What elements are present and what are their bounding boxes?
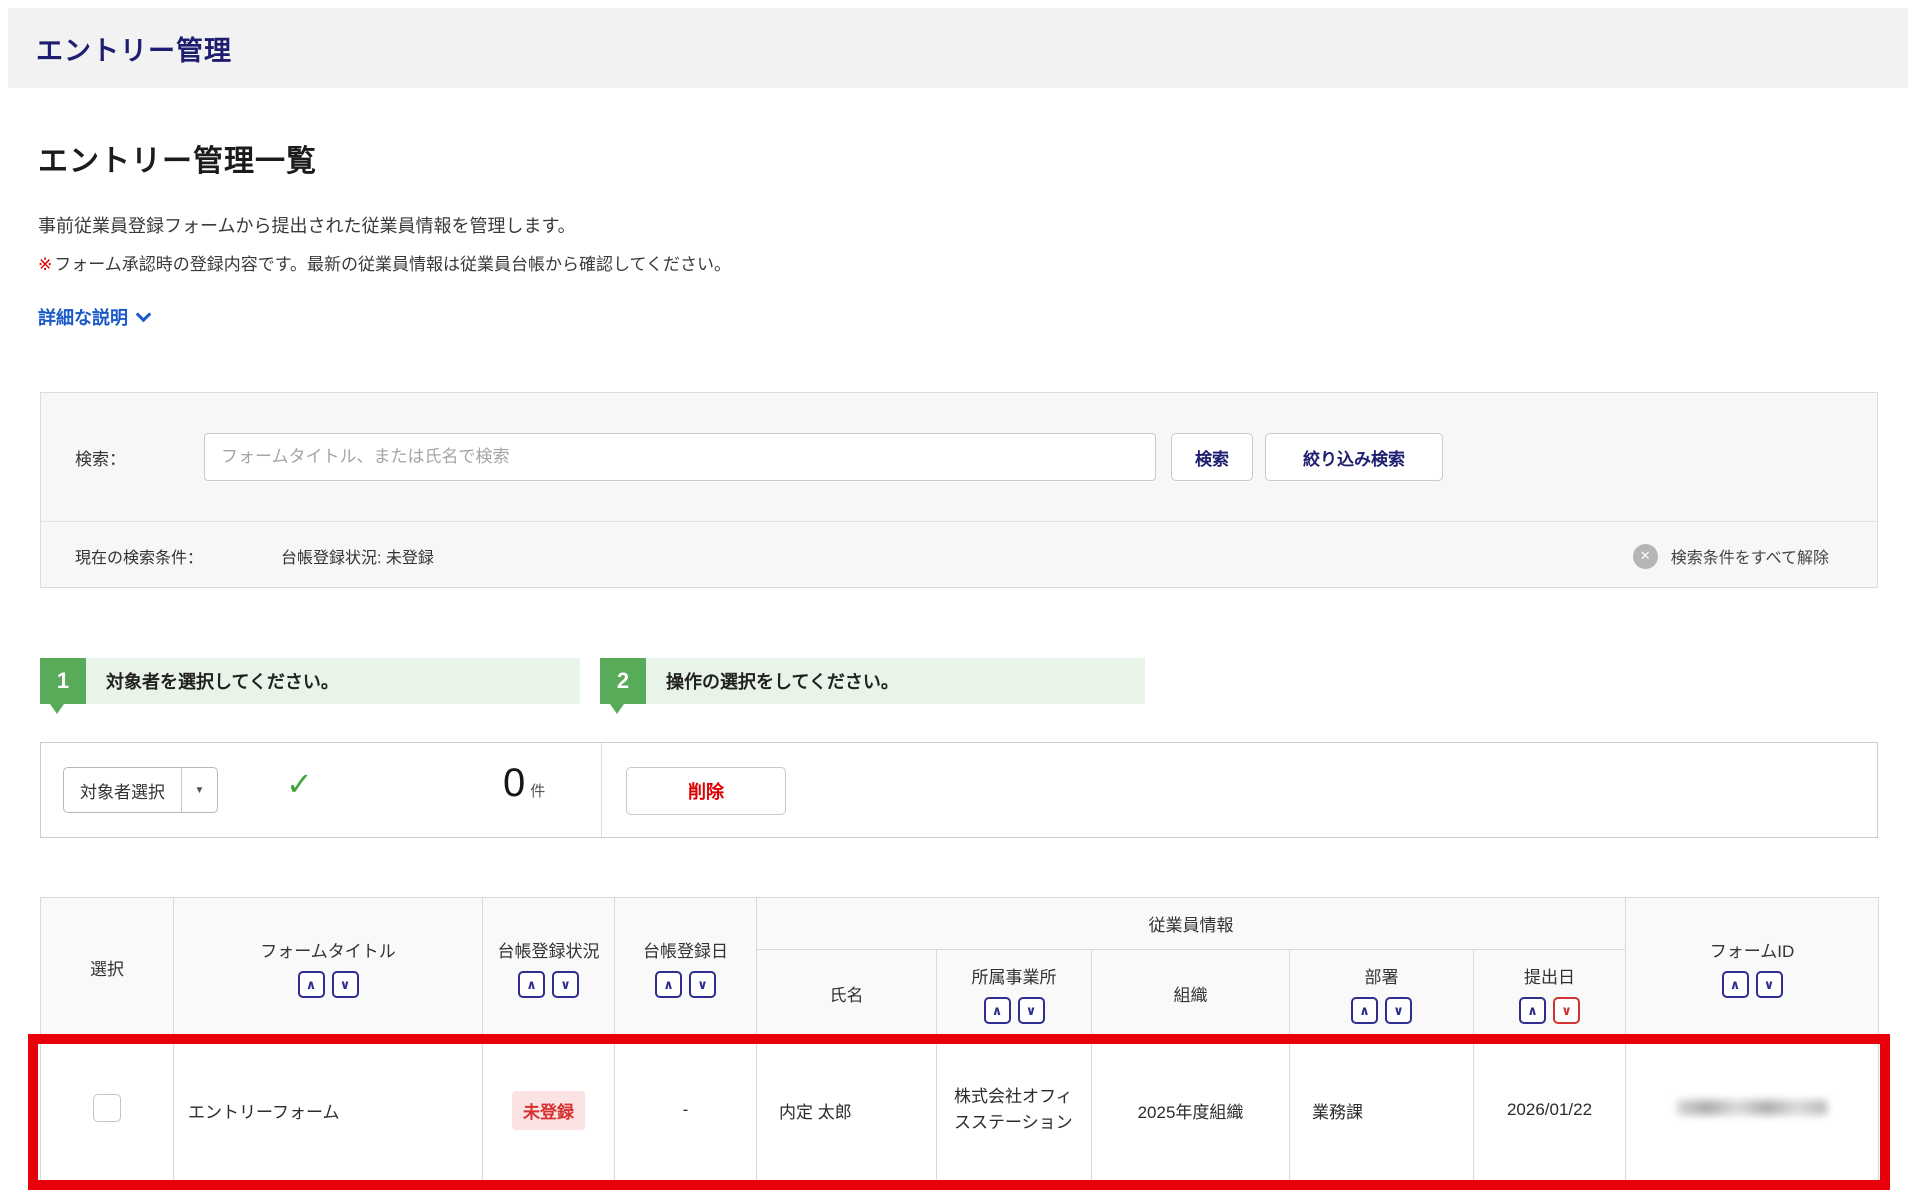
selected-count-value: 0 [503,761,525,806]
column-header-ledger-status: 台帳登録状況 ∧ ∨ [483,898,615,1038]
sort-asc-dept-button[interactable]: ∧ [1351,997,1378,1024]
column-header-org: 組織 [1092,950,1290,1038]
search-input[interactable] [204,433,1156,481]
row-form-id-cell [1626,1038,1879,1183]
row-office: 株式会社オフィスステーション [937,1038,1092,1183]
sort-desc-submit-date-button-active[interactable]: ∨ [1553,997,1580,1024]
step-1-banner: 1 対象者を選択してください。 [40,658,580,704]
page-note-text: フォーム承認時の登録内容です。最新の従業員情報は従業員台帳から確認してください。 [54,255,731,274]
column-group-employee-info: 従業員情報 [757,898,1626,950]
row-ledger-status-cell: 未登録 [483,1038,615,1183]
row-checkbox[interactable] [93,1094,121,1122]
column-header-submit-date-label: 提出日 [1524,963,1575,988]
clear-all-conditions-label: 検索条件をすべて解除 [1671,544,1829,568]
column-header-ledger-status-label: 台帳登録状況 [498,937,600,962]
detail-link-label: 詳細な説明 [38,304,128,330]
column-header-office: 所属事業所 ∧ ∨ [937,950,1092,1038]
dropdown-arrow-icon[interactable]: ▼ [181,768,217,812]
sort-asc-office-button[interactable]: ∧ [984,997,1011,1024]
current-conditions-label: 現在の検索条件： [75,522,203,590]
column-header-dept: 部署 ∧ ∨ [1290,950,1474,1038]
row-form-title: エントリーフォーム [174,1038,483,1183]
selected-count-unit: 件 [530,780,545,801]
search-row: 検索： 検索 絞り込み検索 [41,393,1877,521]
action-bar-divider [601,743,602,837]
sort-desc-form-title-button[interactable]: ∨ [332,971,359,998]
entry-table: 選択 フォームタイトル ∧ ∨ 台帳登録状況 ∧ ∨ [40,897,1879,1183]
sort-asc-ledger-status-button[interactable]: ∧ [518,971,545,998]
row-submit-date: 2026/01/22 [1474,1038,1626,1183]
sort-desc-ledger-status-button[interactable]: ∨ [552,971,579,998]
filter-search-button[interactable]: 絞り込み検索 [1265,433,1443,481]
sort-desc-form-id-button[interactable]: ∨ [1756,971,1783,998]
table-row: エントリーフォーム 未登録 - 内定 太郎 株式会社オフィスステーション 202… [41,1038,1879,1183]
column-header-form-title: フォームタイトル ∧ ∨ [174,898,483,1038]
target-select-dropdown[interactable]: 対象者選択 ▼ [63,767,218,813]
sort-desc-office-button[interactable]: ∨ [1018,997,1045,1024]
check-icon: ✓ [286,765,313,803]
page-note: ※フォーム承認時の登録内容です。最新の従業員情報は従業員台帳から確認してください… [38,250,731,275]
step-2-banner: 2 操作の選択をしてください。 [600,658,1145,704]
current-condition-value: 台帳登録状況: 未登録 [281,522,434,590]
clear-all-conditions-button[interactable]: ✕ 検索条件をすべて解除 [1633,522,1829,590]
row-org: 2025年度組織 [1092,1038,1290,1183]
column-header-ledger-date-label: 台帳登録日 [643,937,728,962]
column-header-form-id: フォームID ∧ ∨ [1626,898,1879,1038]
sort-asc-form-title-button[interactable]: ∧ [298,971,325,998]
search-panel: 検索： 検索 絞り込み検索 現在の検索条件： 台帳登録状況: 未登録 ✕ 検索条… [40,392,1878,588]
app-header-bar: エントリー管理 [8,8,1908,88]
current-conditions-row: 現在の検索条件： 台帳登録状況: 未登録 ✕ 検索条件をすべて解除 [41,521,1877,589]
search-button[interactable]: 検索 [1171,433,1253,481]
app-title: エントリー管理 [36,29,232,68]
row-dept: 業務課 [1290,1038,1474,1183]
detail-description-link[interactable]: 詳細な説明 [38,304,149,330]
step-2-text: 操作の選択をしてください。 [666,658,899,704]
step-2-number-badge: 2 [600,658,646,704]
target-select-label: 対象者選択 [64,768,181,812]
column-header-dept-label: 部署 [1365,963,1399,988]
sort-asc-submit-date-button[interactable]: ∧ [1519,997,1546,1024]
column-header-submit-date: 提出日 ∧ ∨ [1474,950,1626,1038]
row-select-cell [41,1038,174,1183]
page-description: 事前従業員登録フォームから提出された従業員情報を管理します。 [38,212,576,238]
chevron-down-icon [136,306,152,322]
action-bar: 対象者選択 ▼ ✓ 0 件 削除 [40,742,1878,838]
step-1-number-badge: 1 [40,658,86,704]
sort-asc-form-id-button[interactable]: ∧ [1722,971,1749,998]
row-name: 内定 太郎 [757,1038,937,1183]
row-ledger-date: - [615,1038,757,1183]
selected-count: 0 件 [503,761,545,806]
step-1-text: 対象者を選択してください。 [106,658,339,704]
column-header-form-id-label: フォームID [1710,937,1795,962]
page-title: エントリー管理一覧 [38,136,317,180]
column-header-select: 選択 [41,898,174,1038]
status-badge: 未登録 [512,1091,585,1130]
form-id-blurred-value [1677,1100,1827,1115]
delete-button[interactable]: 削除 [626,767,786,815]
clear-circle-x-icon[interactable]: ✕ [1633,544,1658,569]
search-label: 検索： [75,393,126,521]
column-header-ledger-date: 台帳登録日 ∧ ∨ [615,898,757,1038]
column-header-name: 氏名 [757,950,937,1038]
sort-desc-dept-button[interactable]: ∨ [1385,997,1412,1024]
column-header-office-label: 所属事業所 [972,963,1057,988]
column-header-form-title-label: フォームタイトル [260,937,396,962]
sort-desc-ledger-date-button[interactable]: ∨ [689,971,716,998]
note-asterisk-icon: ※ [38,255,52,274]
sort-asc-ledger-date-button[interactable]: ∧ [655,971,682,998]
